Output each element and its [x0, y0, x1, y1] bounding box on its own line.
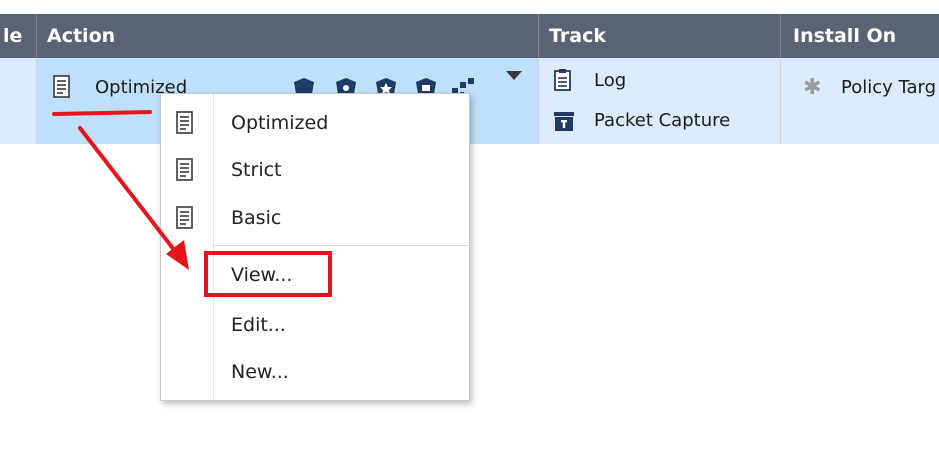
- annotation-overlay: [52, 110, 189, 270]
- annotation-underline: [52, 110, 152, 116]
- annotation-arrow: [78, 126, 189, 270]
